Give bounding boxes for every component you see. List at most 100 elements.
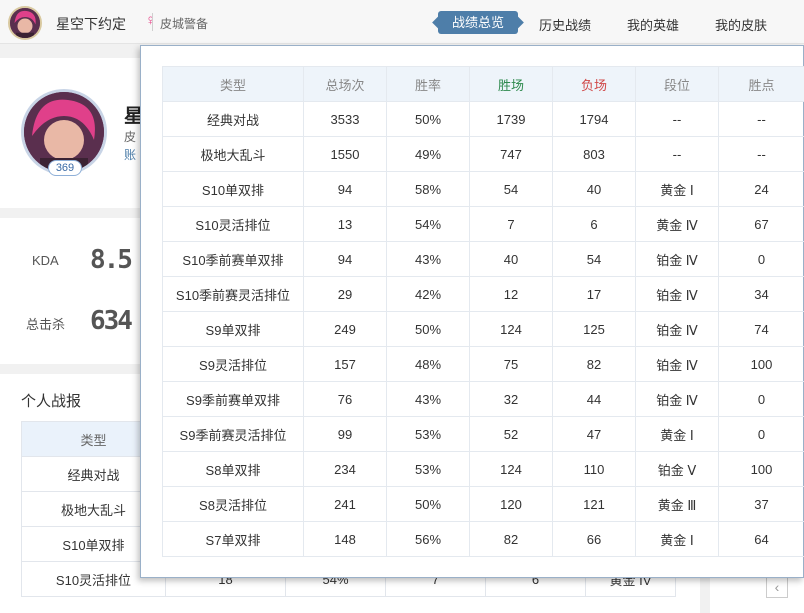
table-row: S9季前赛单双排 76 43% 32 44 铂金 Ⅳ0	[162, 381, 804, 417]
table-cell: 54	[469, 171, 553, 207]
table-row: S9季前赛灵活排位 99 53% 52 47 黄金 Ⅰ0	[162, 416, 804, 452]
table-cell: 125	[552, 311, 636, 347]
table-row: S8单双排 234 53% 124 110 铂金 Ⅴ 100	[162, 451, 804, 487]
table-cell: 铂金 Ⅳ	[635, 346, 719, 382]
table-cell: 42%	[386, 276, 470, 312]
table-cell: 53%	[386, 416, 470, 452]
table-cell: 13	[303, 206, 387, 242]
table-cell: 234	[303, 451, 387, 487]
table-cell: S9季前赛灵活排位	[162, 416, 304, 452]
table-cell: 100	[718, 346, 804, 382]
table-cell: 52	[469, 416, 553, 452]
table-cell: 64	[718, 521, 804, 557]
table-cell: 29	[303, 276, 387, 312]
table-cell: 82	[469, 521, 553, 557]
col-rank: 段位	[635, 66, 719, 102]
table-row: S10单双排 94 58% 54 40 黄金 Ⅰ 24	[162, 171, 804, 207]
overview-table: 类型 总场次 胜率 胜场 负场 段位 胜点 经典对战 3533 50% 1739 179…	[162, 66, 804, 557]
table-row: 极地大乱斗 1550 49% 747 803 -- --	[162, 136, 804, 172]
table-cell: 黄金 Ⅰ	[635, 171, 719, 207]
table-cell: 黄金 Ⅳ	[635, 206, 719, 242]
table-cell: 56%	[386, 521, 470, 557]
tab-overview[interactable]: 战绩总览	[438, 11, 519, 34]
user-avatar-small[interactable]	[8, 6, 42, 40]
server-name: 皮城警备	[160, 17, 209, 31]
table-cell: S10灵活排位	[162, 206, 304, 242]
table-cell: 0	[718, 381, 804, 417]
col-losses: 负场	[552, 66, 636, 102]
table-cell: 7	[469, 206, 553, 242]
table-cell: S7单双排	[162, 521, 304, 557]
overview-header-row: 类型 总场次 胜率 胜场 负场 段位 胜点	[162, 66, 804, 102]
table-cell: 249	[303, 311, 387, 347]
table-cell: 40	[469, 241, 553, 277]
kills-value: 634	[90, 306, 133, 336]
table-cell: 100	[718, 451, 804, 487]
profile-subtitle: 皮	[124, 130, 137, 144]
col-winrate: 胜率	[386, 66, 470, 102]
table-cell: 1739	[469, 101, 553, 137]
tab-history[interactable]: 历史战绩	[539, 15, 591, 34]
table-cell: 34	[718, 276, 804, 312]
table-cell: 铂金 Ⅳ	[635, 276, 719, 312]
table-cell: --	[635, 101, 719, 137]
table-cell: 0	[718, 416, 804, 452]
table-row: S9灵活排位 157 48% 75 82 铂金 Ⅳ 100	[162, 346, 804, 382]
female-icon: ♀	[145, 12, 157, 29]
divider	[152, 13, 153, 31]
table-cell: 黄金 Ⅲ	[635, 486, 719, 522]
table-cell: 54%	[386, 206, 470, 242]
tab-heroes[interactable]: 我的英雄	[627, 15, 679, 34]
table-cell: 49%	[386, 136, 470, 172]
table-cell: S9单双排	[162, 311, 304, 347]
tab-skins[interactable]: 我的皮肤	[715, 15, 767, 34]
table-cell: S10单双排	[162, 171, 304, 207]
table-cell: 43%	[386, 381, 470, 417]
table-cell: 48%	[386, 346, 470, 382]
table-cell: 747	[469, 136, 553, 172]
table-cell: 124	[469, 311, 553, 347]
table-cell: 50%	[386, 101, 470, 137]
table-cell: 148	[303, 521, 387, 557]
table-cell: 铂金 Ⅴ	[635, 451, 719, 487]
table-cell: 3533	[303, 101, 387, 137]
pager-prev-button[interactable]: ‹	[766, 576, 788, 598]
col-wins: 胜场	[469, 66, 553, 102]
report-title: 个人战报	[21, 393, 82, 410]
table-cell: 58%	[386, 171, 470, 207]
table-cell: 76	[303, 381, 387, 417]
table-row: S7单双排 148 56% 82 66 黄金 Ⅰ 64	[162, 521, 804, 557]
table-cell: 157	[303, 346, 387, 382]
table-cell: 6	[552, 206, 636, 242]
level-badge: 369	[48, 160, 82, 176]
table-cell: 40	[552, 171, 636, 207]
stats-card	[0, 218, 160, 364]
kda-value: 8.5	[90, 245, 133, 275]
table-cell: S9灵活排位	[162, 346, 304, 382]
table-cell: 37	[718, 486, 804, 522]
table-cell: 94	[303, 171, 387, 207]
table-cell: 110	[552, 451, 636, 487]
table-cell: S8单双排	[162, 451, 304, 487]
profile-account-link[interactable]: 账	[124, 146, 136, 163]
table-cell: S10季前赛单双排	[162, 241, 304, 277]
table-cell: S9季前赛单双排	[162, 381, 304, 417]
table-cell: 241	[303, 486, 387, 522]
table-cell: S8灵活排位	[162, 486, 304, 522]
table-cell: 94	[303, 241, 387, 277]
table-cell: 50%	[386, 311, 470, 347]
table-cell: 67	[718, 206, 804, 242]
table-cell: 1550	[303, 136, 387, 172]
table-cell: 803	[552, 136, 636, 172]
table-cell: 44	[552, 381, 636, 417]
table-cell: 极地大乱斗	[162, 136, 304, 172]
table-cell: 124	[469, 451, 553, 487]
top-bar: 星空下约定 ♀ 皮城警备 战绩总览 历史战绩 我的英雄 我的皮肤	[0, 0, 804, 44]
table-cell: 铂金 Ⅳ	[635, 311, 719, 347]
table-row: S10季前赛灵活排位 29 42% 12 17 铂金 Ⅳ 34	[162, 276, 804, 312]
table-cell: 32	[469, 381, 553, 417]
table-cell: --	[718, 101, 804, 137]
table-cell: 53%	[386, 451, 470, 487]
table-cell: --	[635, 136, 719, 172]
table-row: S10灵活排位 13 54% 7 6 黄金 Ⅳ 67	[162, 206, 804, 242]
